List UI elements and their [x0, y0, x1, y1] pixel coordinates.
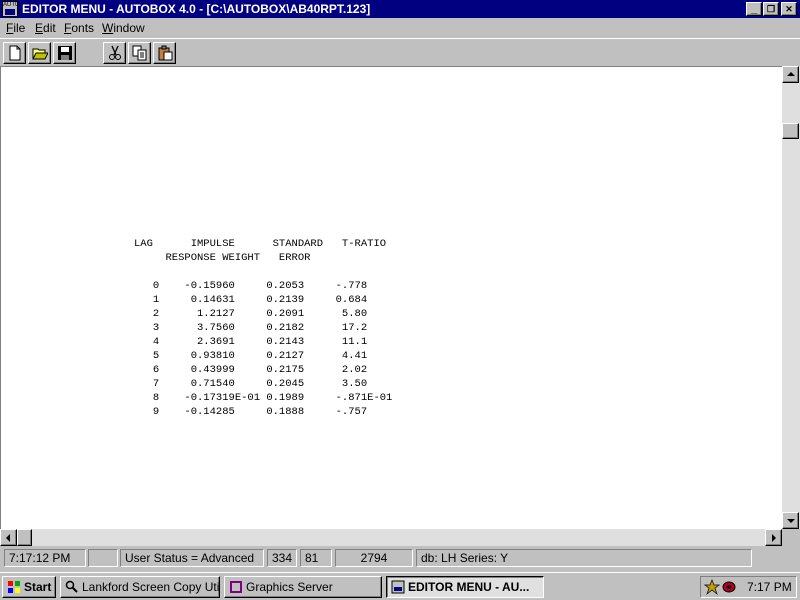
magnifier-icon: [65, 580, 78, 593]
task-graphics-server[interactable]: Graphics Server: [224, 576, 382, 598]
report-row: 9 -0.14285 0.1888 -.757: [134, 406, 368, 418]
status-column: 334: [267, 549, 297, 567]
report-row: 5 0.93810 0.2127 4.41: [134, 350, 368, 362]
start-button[interactable]: Start: [2, 576, 56, 598]
menu-edit[interactable]: Edit: [35, 21, 56, 35]
minimize-button[interactable]: _: [746, 2, 762, 16]
arrow-right-icon: [772, 534, 776, 542]
status-db: db: LH Series: Y: [416, 549, 752, 567]
status-user: User Status = Advanced: [120, 549, 264, 567]
window-title: EDITOR MENU - AUTOBOX 4.0 - [C:\AUTOBOX\…: [22, 2, 371, 16]
status-bar: 7:17:12 PM User Status = Advanced 334 81…: [0, 546, 800, 570]
menu-window[interactable]: Window: [102, 21, 145, 35]
report-editor[interactable]: LAG IMPULSE STANDARD T-RATIO RESPONSE WE…: [0, 66, 782, 529]
restore-button[interactable]: ❐: [763, 2, 779, 16]
report-row: 2 1.2127 0.2091 5.80: [134, 308, 368, 320]
report-row: 1 0.14631 0.2139 0.684: [134, 294, 368, 306]
menu-fonts[interactable]: Fonts: [64, 21, 94, 35]
report-header-row2: RESPONSE WEIGHT ERROR: [134, 252, 311, 264]
save-disk-icon: [58, 46, 72, 60]
report-row: 0 -0.15960 0.2053 -.778: [134, 280, 368, 292]
close-button[interactable]: ✕: [781, 2, 797, 16]
status-total: 2794: [335, 549, 413, 567]
toolbar: [0, 38, 800, 66]
scroll-up-button[interactable]: [782, 66, 799, 83]
task-editor-menu[interactable]: EDITOR MENU - AU...: [386, 576, 544, 598]
horizontal-scrollbar[interactable]: [0, 529, 782, 546]
windows-logo-icon: [8, 581, 20, 593]
menu-bar: File Edit Fonts Window: [0, 18, 800, 38]
vertical-scrollbar[interactable]: [782, 66, 800, 529]
restore-icon: ❐: [766, 4, 776, 14]
open-folder-icon: [32, 48, 48, 60]
title-bar[interactable]: AUTO EDITOR MENU - AUTOBOX 4.0 - [C:\AUT…: [0, 0, 800, 18]
scroll-right-button[interactable]: [765, 529, 782, 546]
report-row: 7 0.71540 0.2045 3.50: [134, 378, 368, 390]
arrow-up-icon: [787, 72, 795, 76]
status-line: 81: [300, 549, 332, 567]
scrollbar-corner: [782, 529, 800, 546]
menu-file[interactable]: File: [6, 21, 25, 35]
tray-speaker-icon[interactable]: [721, 580, 737, 594]
autobox-task-icon: [391, 580, 405, 594]
paste-button[interactable]: [153, 42, 176, 64]
paste-icon: [158, 45, 173, 61]
scroll-down-button[interactable]: [782, 512, 799, 529]
arrow-left-icon: [6, 534, 10, 542]
report-header-row1: LAG IMPULSE STANDARD T-RATIO: [134, 238, 387, 250]
graphics-server-icon: [230, 581, 242, 593]
scroll-left-button[interactable]: [0, 529, 17, 546]
save-button[interactable]: [53, 42, 76, 64]
copy-button[interactable]: [128, 42, 151, 64]
vertical-scroll-thumb[interactable]: [782, 123, 799, 139]
new-file-icon: [9, 45, 21, 61]
start-label: Start: [24, 580, 52, 594]
close-icon: ✕: [785, 4, 793, 14]
taskbar: Start Lankford Screen Copy Utility Graph…: [0, 572, 800, 600]
minimize-icon: _: [750, 3, 758, 15]
status-blank: [88, 549, 118, 567]
arrow-down-icon: [787, 519, 795, 523]
copy-icon: [132, 45, 147, 61]
report-row: 4 2.3691 0.2143 11.1: [134, 336, 368, 348]
task-screen-copy-utility[interactable]: Lankford Screen Copy Utility: [60, 576, 220, 598]
open-file-button[interactable]: [28, 42, 51, 64]
cut-scissors-icon: [109, 45, 121, 60]
horizontal-scroll-thumb[interactable]: [17, 529, 32, 546]
cut-button[interactable]: [103, 42, 126, 64]
status-time: 7:17:12 PM: [4, 549, 86, 567]
report-row: 3 3.7560 0.2182 17.2: [134, 322, 368, 334]
tray-clock: 7:17 PM: [747, 580, 792, 594]
tray-star-icon[interactable]: [704, 579, 720, 595]
report-row: 8 -0.17319E-01 0.1989 -.871E-01: [134, 392, 393, 404]
autobox-app-icon[interactable]: AUTO: [2, 1, 20, 17]
system-tray: 7:17 PM: [700, 576, 797, 598]
new-file-button[interactable]: [3, 42, 26, 64]
report-row: 6 0.43999 0.2175 2.02: [134, 364, 368, 376]
